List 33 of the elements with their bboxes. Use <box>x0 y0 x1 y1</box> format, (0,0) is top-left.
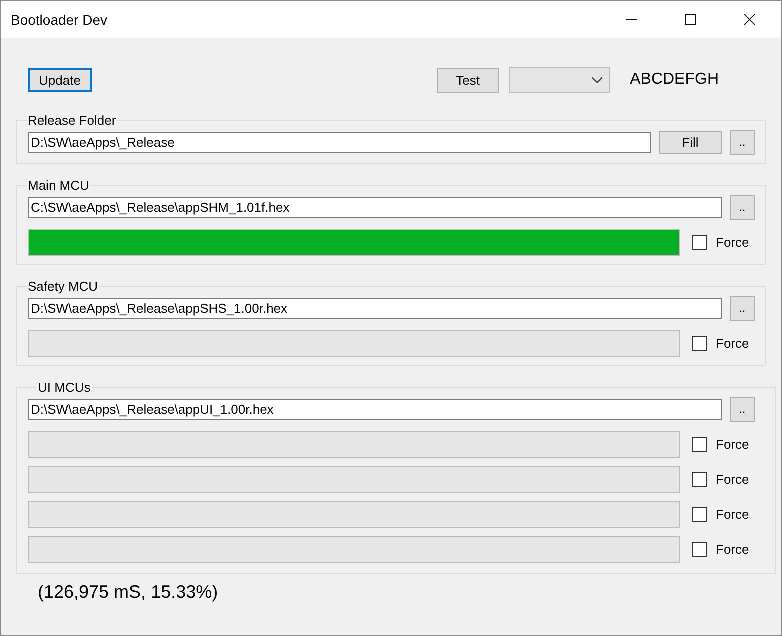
checkbox-label: Force <box>716 437 750 452</box>
path-field[interactable]: D:\SW\aeApps\_Release <box>28 132 651 153</box>
fill-button[interactable]: Fill <box>659 131 722 154</box>
group-title: Safety MCU <box>27 279 100 294</box>
update-button[interactable]: Update <box>28 68 92 92</box>
window-title: Bootloader Dev <box>11 12 109 28</box>
group-title: Release Folder <box>27 113 118 128</box>
caret-icon <box>592 76 604 84</box>
checkbox-label: Force <box>716 235 750 250</box>
checkbox[interactable] <box>692 336 707 351</box>
checkbox[interactable] <box>692 235 707 250</box>
checkbox-label: Force <box>716 542 750 557</box>
maximize-icon[interactable] <box>685 14 697 26</box>
group-title: UI MCUs <box>37 380 92 395</box>
group-title: Main MCU <box>27 178 90 193</box>
path-field[interactable]: D:\SW\aeApps\_Release\appUI_1.00r.hex <box>28 399 722 420</box>
label: ABCDEFGH <box>630 71 719 89</box>
close-icon[interactable] <box>744 14 756 26</box>
checkbox[interactable] <box>692 472 707 487</box>
test-button[interactable]: Test <box>437 68 500 92</box>
checkbox-label: Force <box>716 507 750 522</box>
path-field[interactable]: D:\SW\aeApps\_Release\appSHS_1.00r.hex <box>28 298 722 319</box>
browse-button[interactable]: .. <box>730 397 755 422</box>
checkbox[interactable] <box>692 542 707 557</box>
checkbox-label: Force <box>716 472 750 487</box>
checkbox-label: Force <box>716 336 750 351</box>
browse-button[interactable]: .. <box>730 130 755 155</box>
browse-button[interactable]: .. <box>730 195 755 220</box>
checkbox[interactable] <box>692 437 707 452</box>
browse-button[interactable]: .. <box>730 296 755 321</box>
status-text: (126,975 mS, 15.33%) <box>38 582 220 603</box>
path-field[interactable]: C:\SW\aeApps\_Release\appSHM_1.01f.hex <box>28 197 722 218</box>
checkbox[interactable] <box>692 507 707 522</box>
